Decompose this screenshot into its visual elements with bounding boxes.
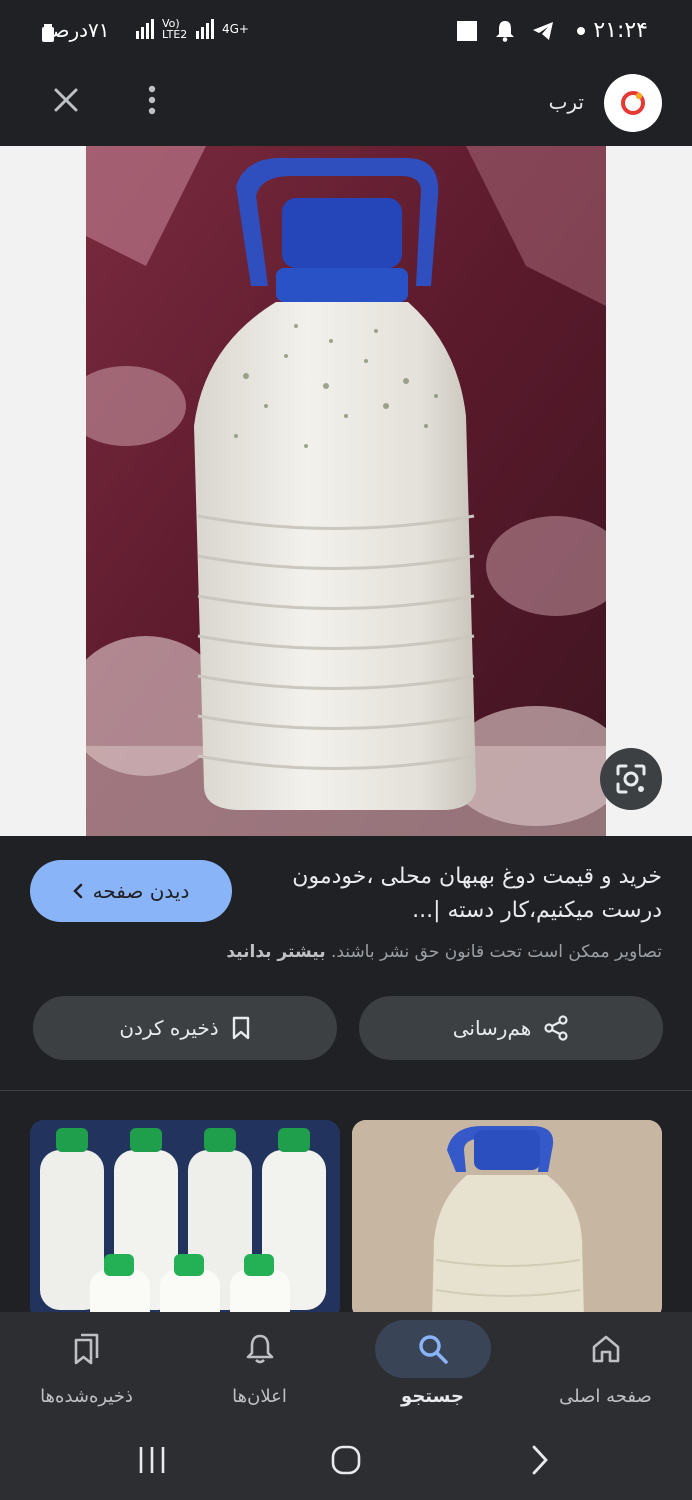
bookmark-icon <box>232 1016 249 1040</box>
recent-apps-icon <box>139 1447 165 1473</box>
system-navigation <box>0 1422 692 1500</box>
learn-more-link[interactable]: بیشتر بدانید <box>226 942 325 962</box>
nav-search-label: جستجو <box>401 1386 464 1407</box>
nav-home[interactable]: صفحه اصلی <box>519 1312 692 1422</box>
result-info: خرید و قیمت دوغ بهبهان محلی ،خودمون درست… <box>0 836 692 1090</box>
related-images <box>0 1120 692 1320</box>
home-icon <box>592 1335 619 1363</box>
search-icon-wrap <box>374 1320 491 1378</box>
search-icon <box>418 1335 448 1364</box>
signal-group: Vo) LTE2 4G+ <box>136 18 249 40</box>
save-button[interactable]: ذخیره کردن <box>33 996 337 1060</box>
back-button[interactable] <box>510 1440 570 1480</box>
saved-icon <box>74 1333 98 1365</box>
nav-search[interactable]: جستجو <box>346 1312 519 1422</box>
share-icon <box>544 1015 568 1041</box>
bottles-thumbnail <box>30 1120 340 1320</box>
more-options-button[interactable] <box>132 78 172 122</box>
save-label: ذخیره کردن <box>119 1016 219 1040</box>
close-button[interactable] <box>44 78 88 122</box>
product-photo <box>86 146 606 836</box>
telegram-icon <box>532 20 554 42</box>
bell-notification-icon <box>494 20 516 42</box>
nav-home-label: صفحه اصلی <box>559 1386 652 1407</box>
nav-notifications-label: اعلان‌ها <box>232 1386 287 1407</box>
nav-notifications[interactable]: اعلان‌ها <box>173 1312 346 1422</box>
copyright-notice: تصاویر ممکن است تحت قانون حق نشر باشند. … <box>226 942 662 962</box>
home-icon-wrap <box>548 1320 664 1378</box>
action-buttons: هم‌رسانی ذخیره کردن <box>33 996 663 1062</box>
recent-apps-button[interactable] <box>122 1440 182 1480</box>
bottle-thumbnail <box>352 1120 662 1320</box>
back-chevron-icon <box>532 1445 548 1475</box>
site-logo[interactable] <box>604 74 662 132</box>
status-bar: ۲۱:۲۴ ۷۱درصد Vo) LTE2 4G+ <box>0 0 692 68</box>
lens-search-button[interactable] <box>600 748 662 810</box>
related-image-2[interactable] <box>352 1120 662 1320</box>
site-name[interactable]: ترب <box>549 90 584 114</box>
copyright-text: تصاویر ممکن است تحت قانون حق نشر باشند. <box>330 942 662 962</box>
visit-page-button[interactable]: دیدن صفحه <box>30 860 232 922</box>
top-bar: ترب <box>0 68 692 146</box>
bell-icon <box>246 1334 273 1364</box>
signal-icon <box>136 19 154 39</box>
battery-icon <box>42 24 54 46</box>
chevron-left-icon <box>72 883 82 899</box>
more-vert-icon <box>148 85 156 115</box>
nav-saved[interactable]: ذخیره‌شده‌ها <box>0 1312 173 1422</box>
related-image-1[interactable] <box>30 1120 340 1320</box>
square-notification-icon <box>456 20 478 42</box>
lens-icon <box>616 764 646 794</box>
divider <box>0 1090 692 1091</box>
share-label: هم‌رسانی <box>452 1016 532 1040</box>
visit-label: دیدن صفحه <box>92 879 190 903</box>
saved-icon-wrap <box>29 1320 145 1378</box>
volte-label: Vo) LTE2 <box>162 17 188 41</box>
signal-icon-2 <box>196 19 214 39</box>
network-label: 4G+ <box>222 22 249 36</box>
home-system-button[interactable] <box>316 1440 376 1480</box>
nav-saved-label: ذخیره‌شده‌ها <box>40 1386 133 1407</box>
bell-icon-wrap <box>202 1320 318 1378</box>
home-circle-icon <box>331 1445 361 1475</box>
share-button[interactable]: هم‌رسانی <box>359 996 663 1060</box>
torob-logo-icon <box>621 91 645 115</box>
dot-icon <box>570 20 592 42</box>
doogh-bottle-image <box>86 146 606 836</box>
result-title[interactable]: خرید و قیمت دوغ بهبهان محلی ،خودمون درست… <box>262 860 662 928</box>
image-preview[interactable] <box>0 146 692 836</box>
bottom-navigation: صفحه اصلی جستجو اعلان‌ها ذخیره‌شده‌ها <box>0 1312 692 1422</box>
clock: ۲۱:۲۴ <box>593 18 648 43</box>
close-icon <box>54 88 78 112</box>
notification-icons <box>456 20 592 42</box>
